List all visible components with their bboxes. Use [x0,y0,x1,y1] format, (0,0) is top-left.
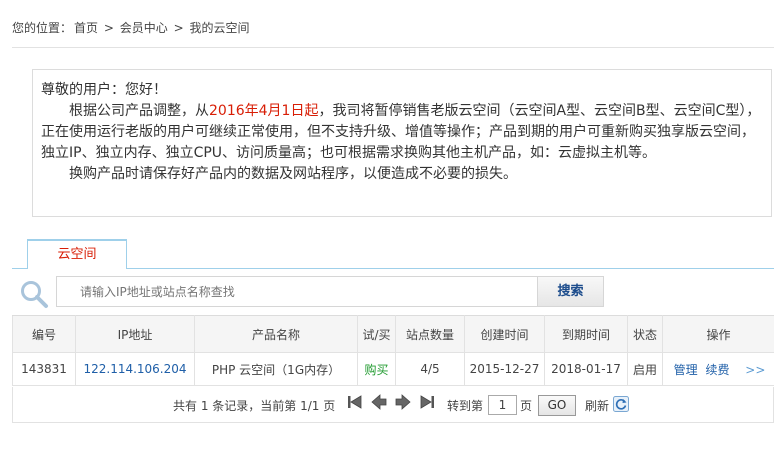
breadcrumb-member-link[interactable]: 会员中心 [120,21,168,35]
last-page-icon[interactable] [418,393,436,411]
refresh-icon[interactable] [613,396,629,412]
notice-date: 2016年4月1日起 [209,103,319,119]
cell-product: PHP 云空间（1G内存） [194,352,358,386]
cell-id: 143831 [12,352,76,386]
page-unit-label: 页 [520,399,533,413]
pagination: 共有 1 条记录，当前第 1/1 页 转到第 1 页 GO 刷新 [12,387,774,423]
search-button[interactable]: 搜索 [537,276,604,307]
table-row: 143831 122.114.106.204 PHP 云空间（1G内存） 购买 … [12,352,774,386]
prev-page-icon[interactable] [370,393,388,411]
page-number-input[interactable]: 1 [488,395,517,415]
pagination-summary: 共有 1 条记录，当前第 1/1 页 [173,399,336,413]
cell-operations: 管理 续费 >> [662,352,774,386]
cloud-space-table: 编号 IP地址 产品名称 试/买 站点数量 创建时间 到期时间 状态 操作 14… [12,315,774,386]
breadcrumb-current: 我的云空间 [189,21,250,35]
column-header: 试/买 [357,315,396,353]
breadcrumb-separator: > [173,21,184,35]
notice-warning: 换购产品时请保存好产品内的数据及网站程序，以便造成不必要的损失。 [69,166,517,182]
refresh-label: 刷新 [585,399,610,413]
notice-text: 根据公司产品调整，从 [69,103,209,119]
cell-sites: 4/5 [395,352,465,386]
header-divider [12,47,774,48]
column-header: 产品名称 [194,315,358,353]
search-icon [21,281,48,308]
breadcrumb: 您的位置： 首页 > 会员中心 > 我的云空间 [12,19,252,36]
breadcrumb-separator: > [103,21,114,35]
notice-box: 尊敬的用户：您好！ 根据公司产品调整，从2016年4月1日起，我司将暂停销售老版… [32,69,772,217]
goto-label: 转到第 [447,399,484,413]
column-header: 操作 [662,315,774,353]
first-page-icon[interactable] [346,393,364,411]
search-input[interactable] [56,276,537,307]
more-actions-button[interactable]: >> [745,363,765,377]
cell-expires: 2018-01-17 [544,352,628,386]
notice-greeting: 尊敬的用户：您好！ [41,82,167,98]
column-header: 编号 [12,315,76,353]
cell-created: 2015-12-27 [464,352,545,386]
notice-paragraph: 根据公司产品调整，从2016年4月1日起，我司将暂停销售老版云空间（云空间A型、… [41,101,761,164]
go-button[interactable]: GO [538,395,576,416]
column-header: IP地址 [75,315,195,353]
cell-trial-buy: 购买 [357,352,396,386]
tab-cloud-space[interactable]: 云空间 [27,239,127,270]
cell-status: 启用 [627,352,663,386]
column-header: 站点数量 [395,315,465,353]
renew-link[interactable]: 续费 [705,363,729,377]
manage-link[interactable]: 管理 [674,363,698,377]
breadcrumb-prefix: 您的位置： [12,21,73,35]
column-header: 到期时间 [544,315,628,353]
column-header: 创建时间 [464,315,545,353]
table-header-row: 编号 IP地址 产品名称 试/买 站点数量 创建时间 到期时间 状态 操作 [12,315,774,353]
column-header: 状态 [627,315,663,353]
next-page-icon[interactable] [394,393,412,411]
cell-ip-link[interactable]: 122.114.106.204 [75,352,195,386]
breadcrumb-home-link[interactable]: 首页 [74,21,98,35]
